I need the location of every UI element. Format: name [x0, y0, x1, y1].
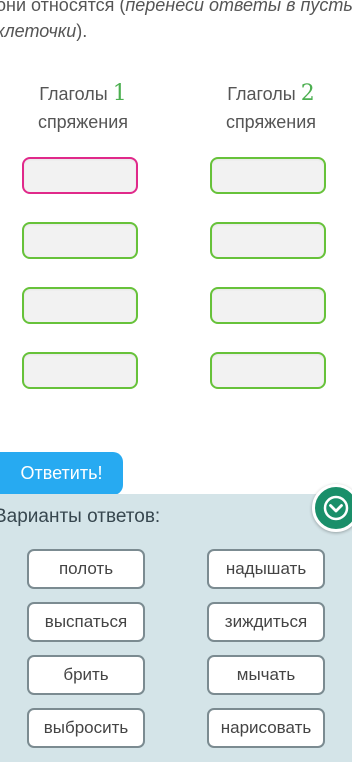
variant-chip[interactable]: брить	[27, 655, 145, 695]
variant-chip[interactable]: нарисовать	[207, 708, 325, 748]
column-title-2: Глаголы 2 спряжения	[225, 81, 317, 132]
drop-slot-1-2[interactable]	[22, 222, 138, 259]
variant-chip[interactable]: мычать	[207, 655, 325, 695]
drop-slot-2-2[interactable]	[210, 222, 326, 259]
column-title-1: Глаголы 1 спряжения	[37, 81, 129, 132]
drop-slot-1-1[interactable]	[22, 157, 138, 194]
variant-chip[interactable]: надышать	[207, 549, 325, 589]
drop-slot-2-3[interactable]	[210, 287, 326, 324]
drop-slot-1-3[interactable]	[22, 287, 138, 324]
variant-chip[interactable]: выспаться	[27, 602, 145, 642]
drop-slot-2-1[interactable]	[210, 157, 326, 194]
variant-chip[interactable]: зиждиться	[207, 602, 325, 642]
instruction-text: они относятся (перенеси ответы в пустые …	[0, 0, 352, 41]
variants-title: Варианты ответов:	[0, 506, 161, 527]
variant-chip[interactable]: полоть	[27, 549, 145, 589]
drop-slot-2-4[interactable]	[210, 352, 326, 389]
drop-slot-1-4[interactable]	[22, 352, 138, 389]
variants-panel: Варианты ответов: полоть надышать выспат…	[0, 494, 352, 762]
variant-chip[interactable]: выбросить	[27, 708, 145, 748]
chevron-down-icon	[323, 495, 349, 521]
collapse-button[interactable]	[312, 484, 352, 532]
answer-button[interactable]: Ответить!	[0, 452, 123, 495]
